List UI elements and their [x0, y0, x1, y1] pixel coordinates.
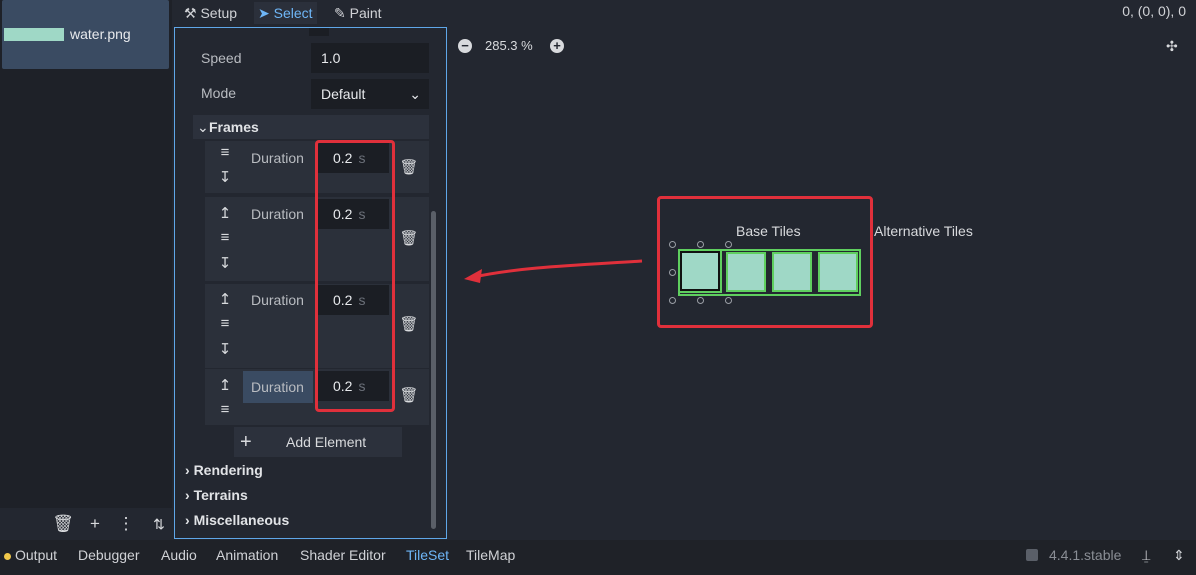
tab-debugger[interactable]: Debugger [78, 547, 140, 563]
annotation-arrow [464, 259, 643, 283]
inspector-scrollbar[interactable] [431, 211, 436, 529]
collapsed-field-stub [309, 28, 329, 36]
tab-audio[interactable]: Audio [161, 547, 197, 563]
drag-handle-icon[interactable]: ≡ [215, 229, 235, 246]
trash-icon[interactable]: 🗑 [399, 315, 419, 333]
tab-setup[interactable]: ⚒ Setup [180, 2, 241, 24]
resize-handle[interactable] [725, 241, 732, 248]
zoom-out-button[interactable]: − [458, 39, 472, 53]
tab-tilemap[interactable]: TileMap [466, 547, 515, 563]
chevron-down-icon: ⌄ [197, 119, 209, 135]
tab-output[interactable]: Output [15, 547, 57, 563]
speed-label: Speed [201, 50, 242, 66]
resize-handle[interactable] [669, 297, 676, 304]
atlas-source-list [0, 0, 172, 508]
resize-handle[interactable] [697, 241, 704, 248]
more-vertical-icon[interactable]: ⋮ [115, 508, 137, 540]
source-file-name: water.png [70, 26, 131, 42]
plus-icon: + [240, 431, 252, 453]
zoom-in-button[interactable]: + [550, 39, 564, 53]
zoom-level[interactable]: 285.3 % [485, 38, 533, 53]
tab-animation[interactable]: Animation [216, 547, 278, 563]
plus-icon[interactable]: + [84, 508, 106, 540]
section-terrains[interactable]: › Terrains [185, 487, 248, 503]
tab-shader-editor[interactable]: Shader Editor [300, 547, 386, 563]
move-up-icon[interactable]: ↥ [215, 376, 235, 394]
source-thumbnail [4, 28, 64, 41]
tile[interactable] [726, 252, 766, 292]
frame-duration-label: Duration [251, 292, 304, 308]
tileset-toolbar [172, 0, 1196, 24]
tab-select[interactable]: ➤ Select [254, 2, 317, 24]
chevron-right-icon: › [185, 512, 190, 528]
frame-duration-label: Duration [251, 150, 304, 166]
center-view-icon[interactable]: ✣ [1166, 38, 1178, 55]
resize-handle[interactable] [725, 297, 732, 304]
move-up-icon[interactable]: ↥ [215, 204, 235, 222]
move-down-icon[interactable]: ↧ [215, 254, 235, 272]
tile-inspector: Speed 1.0 Mode Default ⌄ ⌄ Frames ≡ ↧ Du… [174, 27, 447, 539]
output-warning-dot [4, 553, 11, 560]
tile-selected[interactable] [680, 251, 720, 291]
section-rendering[interactable]: › Rendering [185, 462, 263, 478]
version-label: 4.4.1.stable [1049, 547, 1122, 563]
sort-icon[interactable]: ⇅ [148, 508, 170, 540]
speed-field[interactable]: 1.0 [311, 43, 429, 73]
tab-tileset[interactable]: TileSet [406, 547, 449, 563]
move-up-icon[interactable]: ↥ [215, 290, 235, 308]
mode-label: Mode [201, 85, 237, 101]
tile-coords-readout: 0, (0, 0), 0 [1122, 3, 1186, 19]
drag-handle-icon[interactable]: ≡ [215, 144, 235, 161]
frames-section-header[interactable]: ⌄ Frames [193, 115, 429, 139]
base-tiles-label: Base Tiles [736, 223, 801, 239]
trash-icon[interactable]: 🗑 [399, 386, 419, 404]
engine-icon [1026, 549, 1038, 561]
cursor-icon: ➤ [258, 5, 270, 21]
alternative-tiles-label: Alternative Tiles [874, 223, 973, 239]
annotation-highlight-box [315, 140, 395, 412]
resize-handle[interactable] [669, 269, 676, 276]
trash-icon[interactable]: 🗑 [399, 229, 419, 247]
drag-handle-icon[interactable]: ≡ [215, 315, 235, 332]
move-down-icon[interactable]: ↧ [215, 340, 235, 358]
pin-icon[interactable]: ⍊ [1142, 547, 1150, 564]
drag-handle-icon[interactable]: ≡ [215, 401, 235, 418]
tile[interactable] [772, 252, 812, 292]
setup-icon: ⚒ [184, 5, 197, 21]
move-down-icon[interactable]: ↧ [215, 168, 235, 186]
trash-icon[interactable]: 🗑 [399, 158, 419, 176]
frame-duration-label: Duration [243, 371, 313, 403]
tile[interactable] [818, 252, 858, 292]
expand-panel-icon[interactable]: ⇕ [1173, 547, 1185, 564]
frame-duration-label: Duration [251, 206, 304, 222]
add-element-button[interactable]: + Add Element [234, 427, 402, 457]
paint-icon: ✎ [334, 5, 346, 21]
chevron-right-icon: › [185, 487, 190, 503]
resize-handle[interactable] [669, 241, 676, 248]
trash-icon[interactable]: 🗑 [52, 508, 74, 540]
mode-select[interactable]: Default ⌄ [311, 79, 429, 109]
resize-handle[interactable] [697, 297, 704, 304]
chevron-right-icon: › [185, 462, 190, 478]
section-miscellaneous[interactable]: › Miscellaneous [185, 512, 289, 528]
chevron-down-icon: ⌄ [409, 86, 421, 102]
tab-paint[interactable]: ✎ Paint [330, 2, 386, 24]
